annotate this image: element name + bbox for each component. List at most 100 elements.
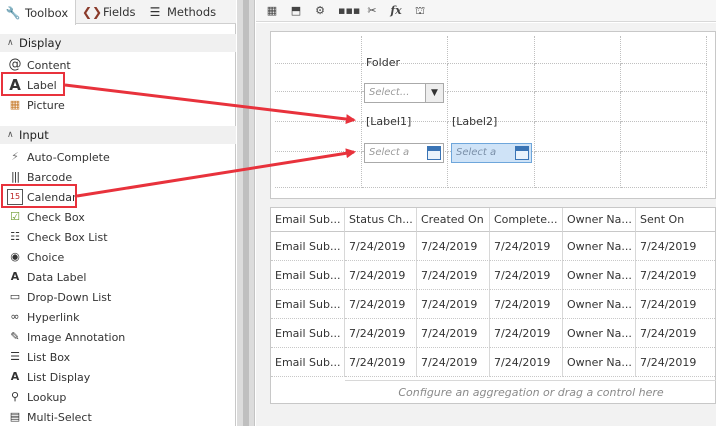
tools-icon[interactable]: ✂ bbox=[364, 3, 380, 19]
table-cell[interactable]: 7/24/2019 bbox=[417, 261, 490, 290]
table-cell[interactable]: Owner Na... bbox=[563, 290, 636, 319]
calendar-icon[interactable] bbox=[515, 146, 529, 160]
table-icon[interactable]: ▦ bbox=[264, 3, 280, 19]
table-cell[interactable] bbox=[275, 92, 362, 122]
toolbox-item-picture[interactable]: ▦ Picture bbox=[0, 95, 236, 115]
column-header[interactable]: Created On bbox=[417, 208, 490, 232]
table-cell[interactable]: Owner Na... bbox=[563, 261, 636, 290]
calendar2-field[interactable]: Select a bbox=[451, 143, 532, 163]
section-display[interactable]: ∧ Display bbox=[0, 34, 236, 52]
table-cell[interactable] bbox=[535, 92, 621, 122]
table-cell[interactable] bbox=[535, 152, 621, 188]
table-cell[interactable] bbox=[535, 36, 621, 64]
table-cell[interactable] bbox=[621, 122, 707, 152]
table-cell[interactable]: 7/24/2019 bbox=[345, 348, 417, 377]
table-cell[interactable] bbox=[621, 92, 707, 122]
folder-label[interactable]: Folder bbox=[366, 56, 400, 69]
toolbox-item-image-annotation[interactable]: ✎ Image Annotation bbox=[0, 327, 236, 347]
label2[interactable]: [Label2] bbox=[452, 115, 497, 128]
table-cell[interactable]: 7/24/2019 bbox=[345, 232, 417, 261]
toolbox-item-data-label[interactable]: A Data Label bbox=[0, 267, 236, 287]
item-label: Barcode bbox=[27, 170, 73, 184]
toolbox-item-list-display[interactable]: A List Display bbox=[0, 367, 236, 387]
table-cell[interactable] bbox=[448, 64, 535, 92]
table-cell[interactable]: 7/24/2019 bbox=[490, 261, 563, 290]
table-cell[interactable]: 7/24/2019 bbox=[417, 319, 490, 348]
magnifier-icon: ⚲ bbox=[10, 390, 20, 403]
folder-dropdown[interactable]: Select... ▼ bbox=[364, 83, 444, 103]
checkbox-icon: ☑ bbox=[10, 210, 20, 223]
chevron-up-icon: ∧ bbox=[7, 130, 14, 140]
toolbox-item-drop-down-list[interactable]: ▭ Drop-Down List bbox=[0, 287, 236, 307]
table-cell[interactable]: Email Sub... bbox=[271, 261, 345, 290]
table-cell[interactable] bbox=[535, 64, 621, 92]
toolbox-item-multi-select[interactable]: ▤ Multi-Select bbox=[0, 407, 236, 427]
label1[interactable]: [Label1] bbox=[366, 115, 411, 128]
table-cell[interactable] bbox=[275, 64, 362, 92]
table-cell[interactable] bbox=[275, 36, 362, 64]
image-up-icon[interactable]: ⬒ bbox=[288, 3, 304, 19]
toolbox-item-hyperlink[interactable]: ∞ Hyperlink bbox=[0, 307, 236, 327]
table-cell[interactable] bbox=[535, 122, 621, 152]
table-cell[interactable]: Owner Na... bbox=[563, 232, 636, 261]
form-table[interactable]: Folder Select... ▼ [Label1] [Label2] Sel… bbox=[270, 31, 716, 199]
tab-methods[interactable]: ☰ Methods bbox=[142, 0, 222, 24]
dots-icon[interactable]: ▪▪▪ bbox=[338, 3, 360, 19]
table-cell[interactable]: 7/24/2019 bbox=[490, 348, 563, 377]
hat-icon[interactable]: ⛫ bbox=[412, 3, 428, 19]
table-cell[interactable]: 7/24/2019 bbox=[490, 290, 563, 319]
caret-down-icon[interactable]: ▼ bbox=[425, 84, 443, 102]
table-cell[interactable]: 7/24/2019 bbox=[417, 232, 490, 261]
table-cell[interactable]: Owner Na... bbox=[563, 348, 636, 377]
table-cell[interactable]: Owner Na... bbox=[563, 319, 636, 348]
calendar-icon[interactable] bbox=[427, 146, 441, 160]
table-cell[interactable]: 7/24/2019 bbox=[636, 290, 716, 319]
tab-fields[interactable]: ❮❯ Fields bbox=[78, 0, 140, 24]
table-cell[interactable]: 7/24/2019 bbox=[636, 348, 716, 377]
tab-toolbox[interactable]: 🔧 Toolbox bbox=[0, 0, 76, 25]
table-cell[interactable]: 7/24/2019 bbox=[490, 232, 563, 261]
column-header[interactable]: Email Sub... bbox=[271, 208, 345, 232]
aggregation-drop-zone[interactable]: Configure an aggregation or drag a contr… bbox=[345, 380, 716, 404]
table-cell[interactable]: Email Sub... bbox=[271, 348, 345, 377]
toolbox-item-check-box[interactable]: ☑ Check Box bbox=[0, 207, 236, 227]
gear-icon[interactable]: ⚙ bbox=[312, 3, 328, 19]
toolbox-item-auto-complete[interactable]: ⚡ Auto-Complete bbox=[0, 147, 236, 167]
column-header[interactable]: Owner Na... bbox=[563, 208, 636, 232]
toolbox-scrollbar[interactable] bbox=[243, 0, 249, 426]
table-cell[interactable]: 7/24/2019 bbox=[636, 319, 716, 348]
table-cell[interactable] bbox=[448, 36, 535, 64]
toolbox-item-list-box[interactable]: ☰ List Box bbox=[0, 347, 236, 367]
table-cell[interactable]: 7/24/2019 bbox=[345, 290, 417, 319]
table-cell[interactable]: Email Sub... bbox=[271, 290, 345, 319]
dropdown-placeholder: Select... bbox=[369, 87, 410, 98]
table-cell[interactable]: 7/24/2019 bbox=[490, 319, 563, 348]
table-cell[interactable]: 7/24/2019 bbox=[636, 261, 716, 290]
table-cell[interactable]: 7/24/2019 bbox=[417, 290, 490, 319]
table-cell[interactable] bbox=[275, 152, 362, 188]
table-cell[interactable] bbox=[621, 64, 707, 92]
column-header[interactable]: Sent On bbox=[636, 208, 716, 232]
table-cell[interactable]: 7/24/2019 bbox=[345, 319, 417, 348]
table-cell[interactable]: Email Sub... bbox=[271, 319, 345, 348]
table-cell[interactable] bbox=[275, 122, 362, 152]
column-header[interactable]: Complete... bbox=[490, 208, 563, 232]
calendar1-field[interactable]: Select a bbox=[364, 143, 444, 163]
table-cell[interactable]: Email Sub... bbox=[271, 232, 345, 261]
section-input[interactable]: ∧ Input bbox=[0, 126, 236, 144]
calendar-placeholder: Select a bbox=[369, 147, 410, 158]
toolbox-item-lookup[interactable]: ⚲ Lookup bbox=[0, 387, 236, 407]
table-cell[interactable]: 7/24/2019 bbox=[345, 261, 417, 290]
table-cell[interactable]: 7/24/2019 bbox=[417, 348, 490, 377]
table-cell[interactable]: 7/24/2019 bbox=[636, 232, 716, 261]
design-canvas: Folder Select... ▼ [Label1] [Label2] Sel… bbox=[256, 23, 716, 426]
toolbox-item-choice[interactable]: ◉ Choice bbox=[0, 247, 236, 267]
list-view[interactable]: Email Sub... Status Ch... Created On Comple… bbox=[270, 207, 716, 404]
panel-tabs: 🔧 Toolbox ❮❯ Fields ☰ Methods bbox=[0, 0, 236, 25]
column-header[interactable]: Status Ch... bbox=[345, 208, 417, 232]
table-cell[interactable] bbox=[621, 36, 707, 64]
fx-icon[interactable]: fx bbox=[388, 3, 404, 19]
table-cell[interactable] bbox=[621, 152, 707, 188]
toolbox-item-check-box-list[interactable]: ☷ Check Box List bbox=[0, 227, 236, 247]
data-label-icon: A bbox=[10, 270, 20, 283]
